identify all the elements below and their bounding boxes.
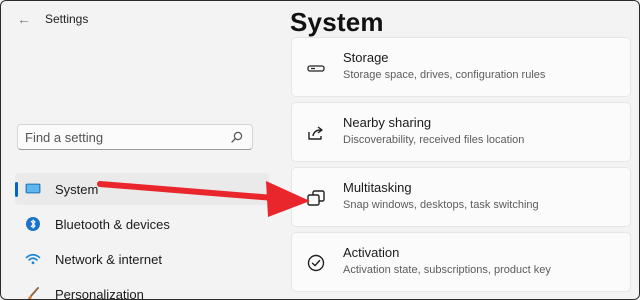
card-storage[interactable]: Storage Storage space, drives, configura… <box>291 37 631 97</box>
card-description: Snap windows, desktops, task switching <box>343 199 539 211</box>
activation-check-icon <box>307 254 325 272</box>
multitasking-icon <box>307 190 325 206</box>
settings-window: ← Settings System Bluetooth & devices <box>0 0 640 300</box>
card-title: Multitasking <box>343 180 412 195</box>
card-multitasking[interactable]: Multitasking Snap windows, desktops, tas… <box>291 167 631 227</box>
card-title: Nearby sharing <box>343 115 432 130</box>
app-title: Settings <box>45 12 89 26</box>
card-title: Storage <box>343 50 389 65</box>
page-title: System <box>290 7 384 37</box>
sidebar-item-network[interactable]: Network & internet <box>15 243 269 275</box>
storage-drive-icon <box>307 65 325 72</box>
card-nearby-sharing[interactable]: Nearby sharing Discoverability, received… <box>291 102 631 162</box>
system-display-icon <box>25 183 41 194</box>
share-icon <box>308 126 323 140</box>
search-icon[interactable] <box>231 131 243 143</box>
card-title: Activation <box>343 245 400 260</box>
sidebar-item-label: Bluetooth & devices <box>55 217 170 232</box>
sidebar-item-label: Network & internet <box>55 252 162 267</box>
card-description: Activation state, subscriptions, product… <box>343 264 551 276</box>
card-description: Storage space, drives, configuration rul… <box>343 69 546 81</box>
sidebar-item-system[interactable]: System <box>15 173 269 205</box>
sidebar-item-bluetooth[interactable]: Bluetooth & devices <box>15 208 269 240</box>
selection-indicator <box>15 182 18 197</box>
title-bar: ← Settings <box>1 1 271 37</box>
bluetooth-icon <box>26 217 40 231</box>
search-input[interactable] <box>25 128 225 146</box>
wifi-icon <box>25 253 41 265</box>
sidebar-item-label: System <box>55 182 99 197</box>
paintbrush-icon <box>28 287 39 299</box>
sidebar-item-label: Personalization <box>55 287 144 300</box>
back-button[interactable]: ← <box>17 12 31 26</box>
search-box[interactable] <box>17 124 253 150</box>
card-activation[interactable]: Activation Activation state, subscriptio… <box>291 232 631 292</box>
sidebar-item-personalization[interactable]: Personalization <box>15 278 269 300</box>
card-description: Discoverability, received files location <box>343 134 525 146</box>
